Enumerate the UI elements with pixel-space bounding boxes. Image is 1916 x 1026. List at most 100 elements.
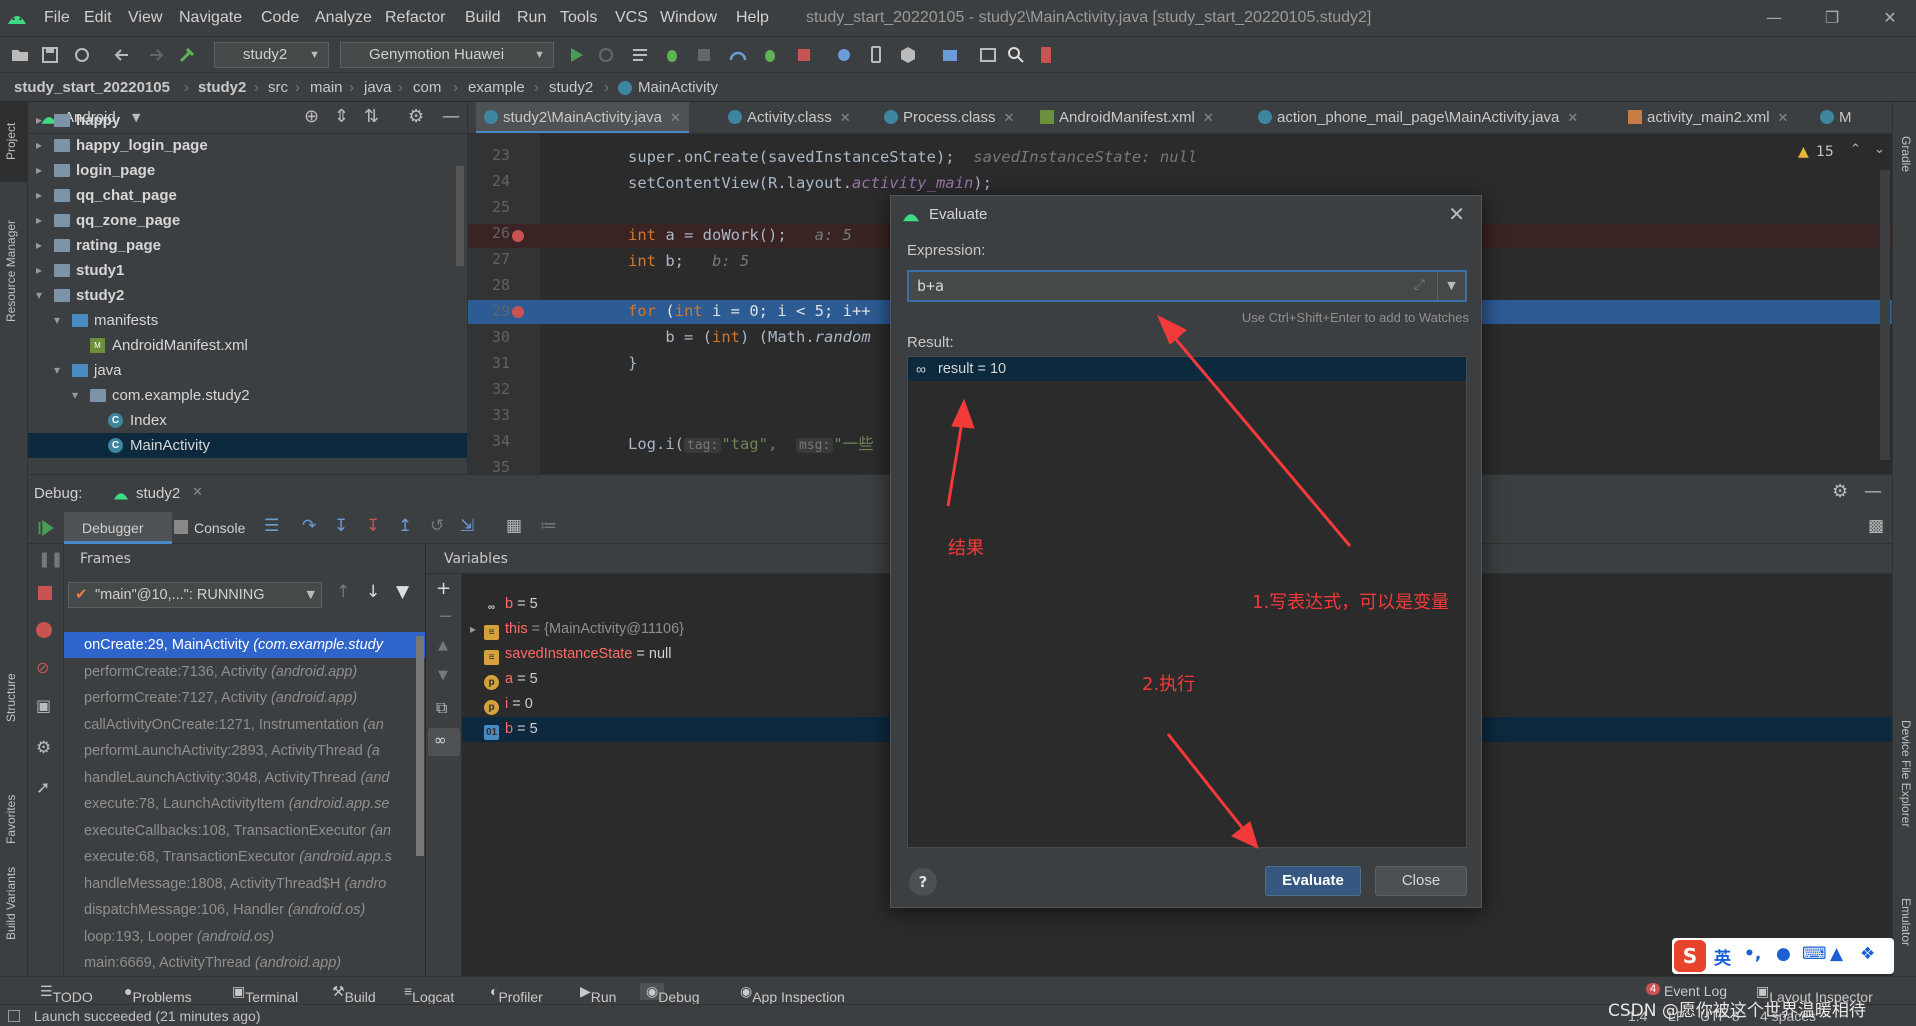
- close-icon[interactable]: ✕: [840, 110, 851, 125]
- breakpoint-icon[interactable]: [512, 230, 524, 242]
- debug-session-tab[interactable]: study2: [136, 485, 180, 502]
- favorites-tool-tab[interactable]: Favorites: [4, 795, 18, 844]
- editor-scrollbar[interactable]: [1880, 170, 1890, 460]
- gradle-sync-icon[interactable]: [834, 45, 854, 65]
- frame-row[interactable]: handleMessage:1808, ActivityThread$H (and…: [64, 871, 425, 897]
- frame-row[interactable]: executeCallbacks:108, TransactionExecuto…: [64, 818, 425, 844]
- sync-icon[interactable]: [72, 45, 92, 65]
- back-arrow-icon[interactable]: [112, 45, 132, 65]
- expand-icon[interactable]: ⤢: [1414, 277, 1425, 293]
- device-file-explorer-tool-tab[interactable]: Device File Explorer: [1899, 720, 1913, 827]
- debug-attach-icon[interactable]: [760, 45, 780, 65]
- plus-icon[interactable]: +: [436, 578, 451, 599]
- tree-item[interactable]: ▸ login_page: [28, 158, 467, 183]
- tab-profiler[interactable]: ◐ Profiler: [490, 983, 543, 1005]
- menu-vcs[interactable]: VCS: [615, 9, 648, 27]
- arrow-up-icon[interactable]: ↑: [336, 582, 350, 602]
- chevron-icon[interactable]: ▾: [54, 308, 60, 333]
- tree-item[interactable]: ▸ qq_chat_page: [28, 183, 467, 208]
- pause-icon[interactable]: ❚❚: [38, 550, 63, 568]
- sdk-manager-icon[interactable]: [898, 45, 918, 65]
- close-icon[interactable]: ✕: [192, 485, 203, 500]
- tree-item[interactable]: ▸ rating_page: [28, 233, 467, 258]
- frame-row[interactable]: performLaunchActivity:2893, ActivityThre…: [64, 738, 425, 764]
- evaluate-button[interactable]: Evaluate: [1265, 866, 1361, 896]
- breadcrumb-item[interactable]: example: [468, 79, 525, 96]
- structure-tool-tab[interactable]: Structure: [4, 673, 18, 722]
- close-icon[interactable]: ✕: [1203, 110, 1214, 125]
- arrow-down-icon[interactable]: ↓: [366, 582, 380, 602]
- restore-icon[interactable]: ❐: [1812, 6, 1852, 30]
- chevron-up-icon[interactable]: ⌃: [1850, 142, 1861, 157]
- menu-view[interactable]: View: [128, 9, 162, 27]
- tab-activity-main2[interactable]: activity_main2.xml ✕: [1620, 102, 1796, 133]
- warning-icon[interactable]: ▲: [1798, 144, 1809, 160]
- menu-edit[interactable]: Edit: [84, 9, 112, 27]
- terminal-window-icon[interactable]: [978, 45, 998, 65]
- menu-code[interactable]: Code: [261, 9, 299, 27]
- menu-file[interactable]: File: [44, 9, 70, 27]
- tree-item[interactable]: ▾ java: [28, 358, 467, 383]
- warning-count[interactable]: 15: [1816, 144, 1834, 160]
- tree-item[interactable]: ▾ com.example.study2: [28, 383, 467, 408]
- emulator-tool-tab[interactable]: Emulator: [1899, 898, 1913, 946]
- debug-bug-icon[interactable]: [662, 45, 682, 65]
- mute-breakpoints-icon[interactable]: ⊘: [36, 658, 49, 677]
- project-structure-icon[interactable]: [940, 45, 960, 65]
- step-over-icon[interactable]: ↷: [302, 516, 316, 536]
- open-folder-icon[interactable]: [10, 45, 30, 65]
- chevron-icon[interactable]: ▸: [36, 233, 42, 258]
- profiler-icon[interactable]: [728, 45, 748, 65]
- drop-frame-icon[interactable]: ↺: [430, 516, 444, 536]
- breadcrumb-item[interactable]: study2: [198, 79, 246, 96]
- breadcrumb-item[interactable]: java: [364, 79, 392, 96]
- chevron-icon[interactable]: ▸: [36, 158, 42, 183]
- breadcrumb-item[interactable]: MainActivity: [638, 79, 718, 96]
- tab-action-phone-mainactivity[interactable]: action_phone_mail_page\MainActivity.java…: [1250, 102, 1586, 133]
- tab-run[interactable]: ▶ Run: [580, 983, 616, 1005]
- tab-logcat[interactable]: ≡ Logcat: [404, 983, 454, 1005]
- close-icon[interactable]: ✕: [1567, 110, 1578, 125]
- chevron-icon[interactable]: ▸: [462, 617, 484, 642]
- tab-terminal[interactable]: ▣ Terminal: [232, 983, 298, 1005]
- frame-row[interactable]: loop:193, Looper (android.os): [64, 924, 425, 950]
- module-selector[interactable]: study2 ▼: [214, 42, 329, 68]
- breadcrumb-item[interactable]: src: [268, 79, 288, 96]
- gear-icon[interactable]: ⚙: [36, 738, 51, 758]
- stop-icon[interactable]: [794, 45, 814, 65]
- save-icon[interactable]: [40, 45, 60, 65]
- frame-row[interactable]: performCreate:7127, Activity (android.app…: [64, 685, 425, 711]
- chevron-icon[interactable]: ▾: [72, 383, 78, 408]
- frame-row[interactable]: performCreate:7136, Activity (android.app…: [64, 659, 425, 685]
- gear-icon[interactable]: ⚙: [1832, 481, 1848, 502]
- frame-row[interactable]: main:6669, ActivityThread (android.app): [64, 950, 425, 976]
- keyboard-icon[interactable]: ⌨: [1802, 944, 1827, 964]
- help-button[interactable]: ?: [909, 868, 937, 896]
- grid-icon[interactable]: ❖: [1860, 944, 1875, 964]
- resource-manager-tool-tab[interactable]: Resource Manager: [4, 220, 18, 322]
- step-into-icon[interactable]: ↧: [334, 516, 348, 536]
- frame-row[interactable]: dispatchMessage:106, Handler (android.os): [64, 897, 425, 923]
- tree-item[interactable]: C MainActivity: [28, 433, 467, 458]
- device-manager-icon[interactable]: [866, 45, 886, 65]
- menu-refactor[interactable]: Refactor: [385, 9, 445, 27]
- apply-changes-icon[interactable]: [596, 45, 616, 65]
- menu-run[interactable]: Run: [517, 9, 546, 27]
- result-row[interactable]: ∞ result = 10: [908, 357, 1466, 381]
- resume-icon[interactable]: [36, 519, 54, 537]
- close-icon[interactable]: ✕: [1778, 110, 1789, 125]
- close-icon[interactable]: ✕: [1004, 110, 1015, 125]
- tree-item[interactable]: M AndroidManifest.xml: [28, 333, 467, 358]
- show-execution-point-icon[interactable]: ☰: [264, 516, 279, 536]
- close-icon[interactable]: ✕: [1448, 202, 1465, 226]
- close-button[interactable]: Close: [1375, 866, 1467, 896]
- tab-androidmanifest[interactable]: AndroidManifest.xml ✕: [1032, 102, 1222, 133]
- hide-panel-icon[interactable]: —: [1864, 481, 1882, 502]
- run-icon[interactable]: [566, 45, 586, 65]
- search-icon[interactable]: [1006, 45, 1026, 65]
- chevron-down-icon[interactable]: ▼: [438, 668, 448, 683]
- tab-more[interactable]: M: [1812, 102, 1860, 133]
- menu-build[interactable]: Build: [465, 9, 501, 27]
- tab-debug[interactable]: ◉ Debug: [640, 983, 699, 1005]
- scrollbar[interactable]: [416, 636, 424, 856]
